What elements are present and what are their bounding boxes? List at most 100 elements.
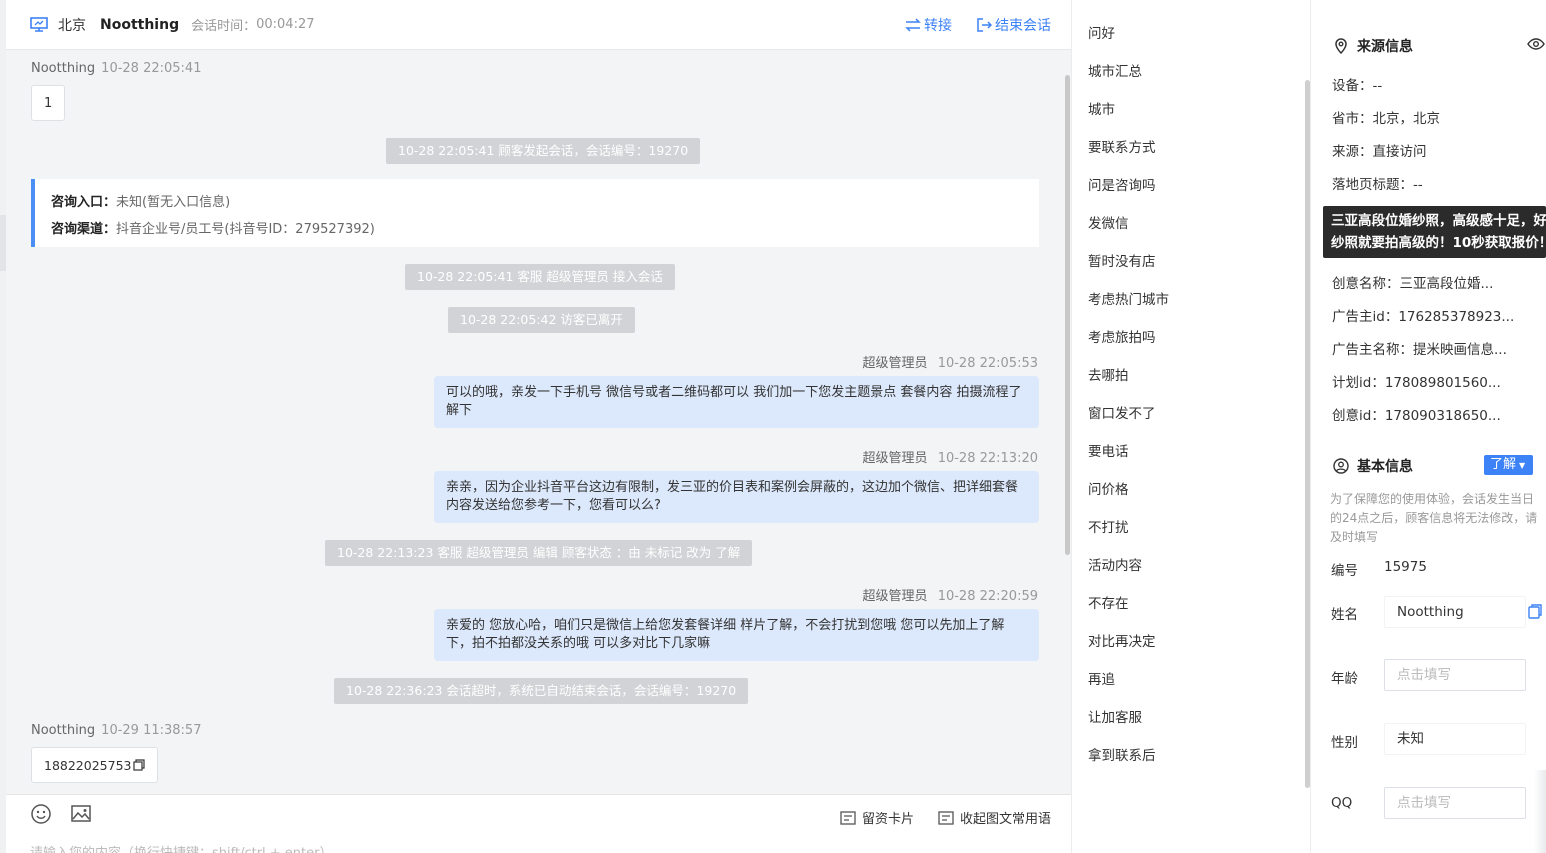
end-session-label: 结束会话 <box>995 18 1051 34</box>
chat-panel: 北京 Nootthing 会话时间： 00:04:27 转接 结束会话 Noot… <box>6 0 1071 853</box>
quick-phrase-item[interactable]: 问好 <box>1088 22 1115 42</box>
composer-right-tools: 留资卡片 收起图文常用语 <box>840 808 1051 827</box>
chevron-down-icon: ▼ <box>1519 461 1526 470</box>
copy-icon[interactable] <box>1528 604 1542 619</box>
quick-phrase-item[interactable]: 窗口发不了 <box>1088 402 1156 422</box>
advertiser-id-row: 广告主id：176285378923... <box>1332 309 1515 325</box>
channel-value: 抖音企业号/员工号(抖音号ID：279527392) <box>116 222 375 237</box>
message-meta: 超级管理员 10-28 22:13:20 <box>863 447 1038 466</box>
creative-name-tooltip: 三亚高段位婚纱照，高级感十足，好 纱照就要拍高级的！10秒获取报价！ <box>1323 206 1546 258</box>
system-notice: 10-28 22:13:23 客服 超级管理员 编辑 顾客状态 ：由 未标记 改… <box>325 540 753 566</box>
app-root: 北京 Nootthing 会话时间： 00:04:27 转接 结束会话 Noot… <box>0 0 1546 853</box>
consult-info-card: 咨询入口：未知(暂无入口信息) 咨询渠道：抖音企业号/员工号(抖音号ID：279… <box>31 179 1039 247</box>
message-text: 1 <box>44 95 53 111</box>
transfer-button[interactable]: 转接 <box>905 15 952 35</box>
quick-phrase-item[interactable]: 城市 <box>1088 98 1115 118</box>
transfer-label: 转接 <box>924 18 952 34</box>
monitor-icon <box>30 16 48 32</box>
source-section-title: 来源信息 <box>1333 36 1413 56</box>
province-row: 省市：北京，北京 <box>1332 111 1440 127</box>
chat-header: 北京 Nootthing 会话时间： 00:04:27 转接 结束会话 <box>6 0 1071 50</box>
channel-label: 咨询渠道： <box>51 222 117 237</box>
header-actions: 转接 结束会话 <box>905 0 1051 50</box>
quick-phrase-item[interactable]: 拿到联系后 <box>1088 744 1156 764</box>
end-session-button[interactable]: 结束会话 <box>976 15 1051 35</box>
user-circle-icon <box>1333 458 1349 474</box>
qq-field[interactable]: 点击填写 <box>1384 787 1526 819</box>
visitor-name: Nootthing <box>100 16 180 33</box>
quick-phrase-item[interactable]: 要电话 <box>1088 440 1129 460</box>
eye-icon[interactable] <box>1527 35 1545 53</box>
message-time: 10-28 22:05:41 <box>101 61 202 76</box>
message-input[interactable]: 请输入您的内容（换行快捷键：shift/ctrl + enter） <box>30 842 333 853</box>
card-icon <box>840 810 856 825</box>
message-text: 可以的哦，亲发一下手机号 微信号或者二维码都可以 我们加一下您发主题景点 套餐内… <box>446 385 1022 418</box>
location-pin-icon <box>1335 38 1347 54</box>
agent-message-bubble: 可以的哦，亲发一下手机号 微信号或者二维码都可以 我们加一下您发主题景点 套餐内… <box>434 376 1039 428</box>
quick-phrase-item[interactable]: 要联系方式 <box>1088 136 1156 156</box>
visitor-city: 北京 <box>58 17 86 34</box>
quick-phrase-item[interactable]: 不打扰 <box>1088 516 1129 536</box>
sender-name: Nootthing <box>31 61 96 76</box>
phrase-icon <box>938 810 954 825</box>
channel-row: 咨询渠道：抖音企业号/员工号(抖音号ID：279527392) <box>51 216 1023 243</box>
quick-phrase-item[interactable]: 问是咨询吗 <box>1088 174 1156 194</box>
quick-phrase-item[interactable]: 问价格 <box>1088 478 1129 498</box>
message-time: 10-28 22:13:20 <box>937 451 1038 466</box>
sender-name: 超级管理员 <box>862 451 928 466</box>
gender-field[interactable]: 未知 <box>1384 723 1526 755</box>
sender-name: Nootthing <box>31 723 96 738</box>
quick-phrases-panel: 问好 城市汇总 城市 要联系方式 问是咨询吗 发微信 暂时没有店 考虑热门城市 … <box>1071 0 1310 853</box>
message-time: 10-28 22:20:59 <box>937 589 1038 604</box>
source-title-text: 来源信息 <box>1357 39 1413 55</box>
quick-phrase-item[interactable]: 对比再决定 <box>1088 630 1156 650</box>
emoji-icon[interactable] <box>30 803 52 825</box>
quick-phrase-item[interactable]: 再追 <box>1088 668 1115 688</box>
message-list[interactable]: Nootthing 10-28 22:05:41 1 10-28 22:05:41… <box>6 50 1071 794</box>
image-icon[interactable] <box>70 803 92 825</box>
message-meta: 超级管理员 10-28 22:20:59 <box>863 585 1038 604</box>
quick-phrase-item[interactable]: 去哪拍 <box>1088 364 1129 384</box>
visitor-message-bubble: 18822025753 <box>31 747 159 783</box>
status-dropdown[interactable]: 了解 ▼ <box>1484 455 1533 475</box>
quick-phrase-item[interactable]: 不存在 <box>1088 592 1129 612</box>
message-text: 亲爱的 您放心哈，咱们只是微信上给您发套餐详细 样片了解，不会打扰到您哦 您可以… <box>446 618 1005 651</box>
session-time: 00:04:27 <box>256 17 315 32</box>
message-time: 10-29 11:38:57 <box>101 723 202 738</box>
session-time-label: 会话时间： <box>191 19 257 34</box>
name-label: 姓名 <box>1331 607 1358 623</box>
chat-scrollbar[interactable] <box>1065 75 1070 555</box>
transfer-icon <box>905 18 921 32</box>
entry-label: 咨询入口： <box>51 195 117 210</box>
basic-title-text: 基本信息 <box>1357 459 1413 475</box>
composer: 留资卡片 收起图文常用语 请输入您的内容（换行快捷键：shift/ctrl + … <box>6 794 1071 853</box>
copy-icon[interactable] <box>133 759 146 771</box>
landing-title-row: 落地页标题：-- <box>1332 177 1423 193</box>
sender-name: 超级管理员 <box>862 589 928 604</box>
quick-phrase-item[interactable]: 活动内容 <box>1088 554 1142 574</box>
lead-card-button[interactable]: 留资卡片 <box>840 808 914 827</box>
quick-phrase-item[interactable]: 让加客服 <box>1088 706 1142 726</box>
origin-row: 来源：直接访问 <box>1332 144 1427 160</box>
age-field[interactable]: 点击填写 <box>1384 659 1526 691</box>
message-text: 18822025753 <box>44 757 132 773</box>
tooltip-line: 三亚高段位婚纱照，高级感十足，好 <box>1331 213 1546 229</box>
name-field[interactable]: Nootthing <box>1384 596 1526 628</box>
message-meta: Nootthing 10-29 11:38:57 <box>31 723 201 738</box>
edge-shadow <box>1534 770 1546 853</box>
system-notice: 10-28 22:05:41 客服 超级管理员 接入会话 <box>405 264 675 290</box>
quick-phrase-item[interactable]: 考虑旅拍吗 <box>1088 326 1156 346</box>
exit-icon <box>977 18 992 32</box>
advertiser-name-row: 广告主名称：提米映画信息... <box>1332 342 1507 358</box>
quick-phrase-item[interactable]: 暂时没有店 <box>1088 250 1156 270</box>
collapse-phrases-button[interactable]: 收起图文常用语 <box>938 808 1051 827</box>
age-label: 年龄 <box>1331 671 1358 687</box>
quick-phrase-item[interactable]: 发微信 <box>1088 212 1129 232</box>
status-dropdown-label: 了解 <box>1490 457 1517 472</box>
quick-phrase-item[interactable]: 城市汇总 <box>1088 60 1142 80</box>
quick-phrase-item[interactable]: 考虑热门城市 <box>1088 288 1169 308</box>
edit-hint: 为了保障您的使用体验，会话发生当日的24点之后，顾客信息将无法修改，请及时填写 <box>1330 492 1538 544</box>
creative-name-row[interactable]: 创意名称：三亚高段位婚... <box>1332 272 1493 292</box>
lead-card-label: 留资卡片 <box>861 812 914 827</box>
sender-name: 超级管理员 <box>862 356 928 371</box>
